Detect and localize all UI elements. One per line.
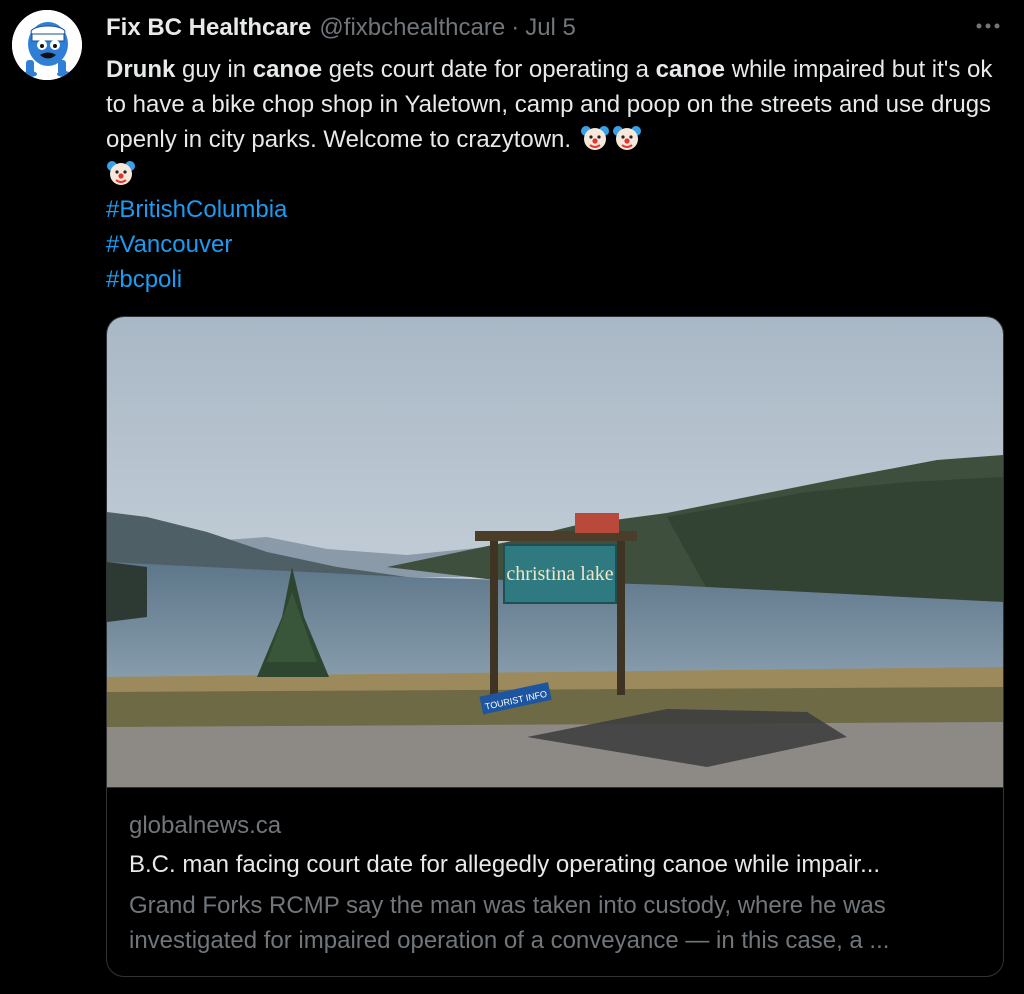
card-info: globalnews.ca B.C. man facing court date… <box>107 787 1003 976</box>
mascot-avatar-icon <box>12 10 82 80</box>
sign-text: christina lake <box>506 563 613 585</box>
author-handle[interactable]: @fixbchealthcare <box>319 14 505 42</box>
card-image: christina lake TOURIST INFO <box>107 317 1003 787</box>
tweet-header: Fix BC Healthcare @fixbchealthcare · Jul… <box>106 14 576 44</box>
bold-word-drunk: Drunk <box>106 56 176 83</box>
more-options-button[interactable] <box>974 16 1002 36</box>
tweet-date[interactable]: Jul 5 <box>525 14 576 42</box>
card-description: Grand Forks RCMP say the man was taken i… <box>129 892 890 954</box>
card-title[interactable]: B.C. man facing court date for allegedly… <box>129 851 989 879</box>
text-segment: guy in <box>175 56 253 83</box>
more-options-icon <box>976 23 1000 29</box>
hashtag-link[interactable]: #Vancouver <box>106 227 996 262</box>
tweet-text: Drunk guy in canoe gets court date for o… <box>106 52 996 297</box>
text-segment: gets court date for operating a <box>322 56 656 83</box>
clown-face-emoji-icon <box>612 123 642 153</box>
card-domain: globalnews.ca <box>129 812 282 839</box>
avatar[interactable] <box>12 10 82 80</box>
bold-word-canoe: canoe <box>655 56 726 83</box>
bold-word-canoe: canoe <box>252 56 323 83</box>
author-name[interactable]: Fix BC Healthcare <box>106 14 311 42</box>
tweet[interactable]: Fix BC Healthcare @fixbchealthcare · Jul… <box>0 0 1024 994</box>
hashtag-link[interactable]: #BritishColumbia <box>106 192 996 227</box>
separator-dot: · <box>511 14 520 41</box>
clown-face-emoji-icon <box>580 123 610 153</box>
clown-face-emoji-icon <box>106 158 136 188</box>
link-card[interactable]: christina lake TOURIST INFO globalnews.c… <box>106 316 1004 977</box>
hashtag-link[interactable]: #bcpoli <box>106 262 996 297</box>
